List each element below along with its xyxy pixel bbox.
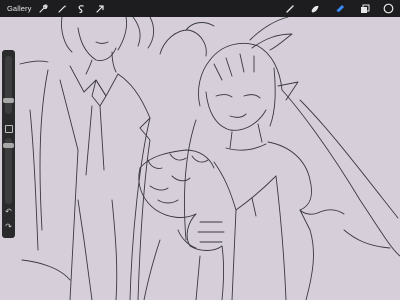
modify-button[interactable]	[5, 125, 13, 133]
undo-icon[interactable]: ↶	[2, 207, 15, 216]
brush-opacity-thumb[interactable]	[3, 143, 14, 148]
brush-size-slider[interactable]	[3, 56, 14, 114]
selection-s-icon[interactable]	[74, 0, 88, 17]
magic-wand-icon[interactable]	[55, 0, 69, 17]
left-sidebar: ↶ ↷	[2, 50, 15, 238]
smudge-icon[interactable]	[308, 0, 322, 17]
brush-opacity-slider[interactable]	[3, 138, 14, 204]
top-toolbar: Gallery	[0, 0, 400, 17]
eraser-icon[interactable]	[333, 0, 347, 17]
brush-icon[interactable]	[283, 0, 297, 17]
redo-icon[interactable]: ↷	[2, 222, 15, 231]
brush-size-thumb[interactable]	[3, 98, 14, 103]
transform-arrow-icon[interactable]	[93, 0, 107, 17]
color-swatch-icon[interactable]	[381, 0, 395, 17]
gallery-button[interactable]: Gallery	[7, 0, 31, 17]
drawing-canvas[interactable]	[0, 0, 400, 300]
wrench-icon[interactable]	[36, 0, 50, 17]
layers-icon[interactable]	[358, 0, 372, 17]
